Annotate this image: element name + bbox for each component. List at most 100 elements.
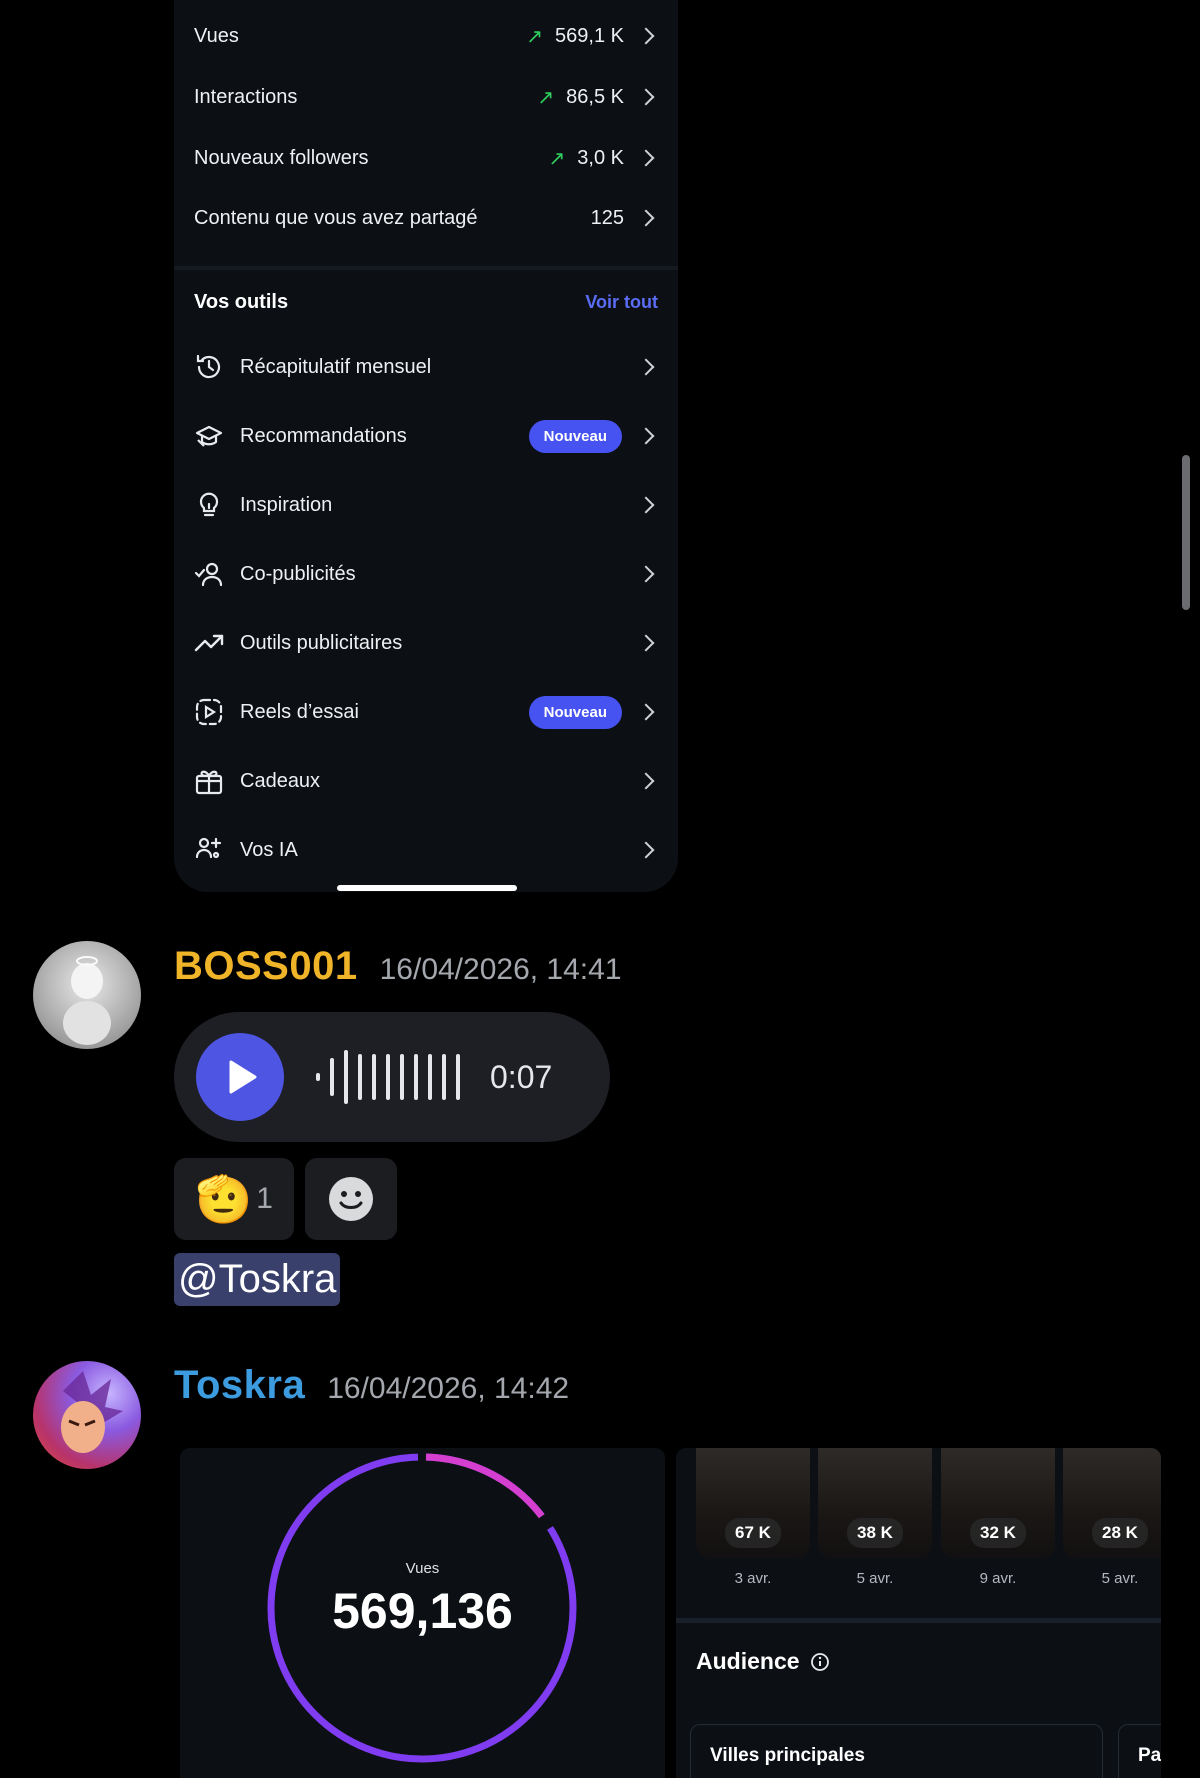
tool-label: Reels d’essai	[240, 700, 359, 723]
avatar-character-icon	[61, 1371, 123, 1453]
play-icon	[229, 1060, 257, 1094]
chevron-right-icon	[637, 427, 655, 445]
divider	[676, 1618, 1161, 1623]
stat-label: Vues	[194, 24, 239, 47]
chevron-right-icon	[637, 88, 655, 106]
audience-card-2[interactable]: Pa	[1118, 1724, 1161, 1778]
avatar[interactable]	[33, 941, 141, 1049]
reel-thumbnail: 67 K	[696, 1448, 810, 1558]
stat-row-interactions[interactable]: Interactions ↗ 86,5 K	[194, 77, 658, 117]
user-mention[interactable]: @Toskra	[174, 1253, 341, 1306]
graduation-cap-icon	[195, 425, 223, 447]
attachment-audience-screenshot[interactable]: 67 K 3 avr. 38 K 5 avr. 32 K 9 avr. 28 K…	[676, 1448, 1161, 1778]
info-icon	[810, 1652, 829, 1671]
stat-row-followers[interactable]: Nouveaux followers ↗ 3,0 K	[194, 138, 658, 178]
reel-date: 5 avr.	[856, 1570, 894, 1587]
tool-label: Outils publicitaires	[240, 631, 403, 654]
top-cities-card[interactable]: Villes principales	[690, 1724, 1103, 1778]
timestamp: 16/04/2026, 14:42	[327, 1372, 570, 1405]
tool-monthly-recap[interactable]: Récapitulatif mensuel	[194, 342, 658, 392]
reel-date: 3 avr.	[734, 1570, 772, 1587]
reel-views: 28 K	[1092, 1518, 1148, 1548]
reel-thumbnail: 32 K	[941, 1448, 1055, 1558]
audience-card-2-title: Pa	[1138, 1745, 1161, 1766]
chevron-right-icon	[637, 772, 655, 790]
stat-value: 86,5 K	[566, 85, 624, 108]
stat-row-shared-content[interactable]: Contenu que vous avez partagé 125	[194, 198, 658, 238]
tool-label: Inspiration	[240, 493, 333, 516]
audience-title: Audience	[696, 1648, 800, 1674]
views-label: Vues	[405, 1560, 440, 1577]
username[interactable]: BOSS001	[174, 944, 358, 989]
tool-ad-tools[interactable]: Outils publicitaires	[194, 618, 658, 668]
scrollbar[interactable]	[1182, 455, 1190, 610]
message-header: Toskra 16/04/2026, 14:42	[174, 1363, 569, 1408]
tool-co-ads[interactable]: Co-publicités	[194, 549, 658, 599]
new-badge: Nouveau	[528, 695, 622, 729]
ai-users-icon	[195, 837, 222, 859]
timestamp: 16/04/2026, 14:41	[379, 953, 622, 986]
tool-label: Recommandations	[240, 424, 407, 447]
top-cities-title: Villes principales	[710, 1745, 865, 1766]
stat-label: Contenu que vous avez partagé	[194, 206, 478, 229]
user-check-icon	[194, 562, 223, 587]
chevron-right-icon	[637, 496, 655, 514]
reaction-salute[interactable]: 🫡 1	[174, 1158, 294, 1240]
stat-label: Nouveaux followers	[194, 146, 369, 169]
avatar-figure-icon	[63, 956, 111, 1045]
attachment-views-screenshot[interactable]: Vues 569,136	[180, 1448, 665, 1778]
message-header: BOSS001 16/04/2026, 14:41	[174, 944, 622, 989]
play-button[interactable]	[196, 1033, 284, 1121]
tool-gifts[interactable]: Cadeaux	[194, 756, 658, 806]
audience-header: Audience	[696, 1648, 830, 1675]
lightbulb-icon	[199, 492, 219, 517]
waveform[interactable]	[316, 1050, 460, 1104]
stat-value: 3,0 K	[577, 146, 624, 169]
chevron-right-icon	[637, 358, 655, 376]
home-indicator	[337, 885, 517, 891]
voice-duration: 0:07	[490, 1058, 553, 1095]
stat-row-views[interactable]: Vues ↗ 569,1 K	[194, 16, 658, 56]
divider	[174, 266, 678, 270]
tool-label: Cadeaux	[240, 769, 321, 792]
username[interactable]: Toskra	[174, 1363, 305, 1408]
new-badge: Nouveau	[528, 419, 622, 453]
tool-inspiration[interactable]: Inspiration	[194, 480, 658, 530]
history-icon	[196, 354, 221, 379]
tool-label: Co-publicités	[240, 562, 356, 585]
reel-views: 32 K	[970, 1518, 1026, 1548]
gift-icon	[195, 770, 223, 795]
chevron-right-icon	[637, 634, 655, 652]
trend-up-icon: ↗	[537, 86, 555, 109]
smiley-icon	[329, 1177, 373, 1221]
reel-thumbnail: 28 K	[1063, 1448, 1161, 1558]
avatar[interactable]	[33, 1361, 141, 1469]
trending-up-icon	[194, 634, 224, 652]
reaction-count: 1	[256, 1182, 273, 1215]
salute-emoji: 🫡	[195, 1173, 253, 1225]
stat-value: 125	[590, 206, 624, 229]
chevron-right-icon	[637, 27, 655, 45]
views-value: 569,136	[332, 1583, 513, 1639]
reel-thumbnail: 38 K	[818, 1448, 932, 1558]
trend-up-icon: ↗	[548, 147, 566, 170]
tool-recommendations[interactable]: Recommandations Nouveau	[194, 411, 658, 461]
chevron-right-icon	[637, 149, 655, 167]
reel-views: 67 K	[725, 1518, 781, 1548]
stat-label: Interactions	[194, 85, 298, 108]
insights-screenshot: Vues ↗ 569,1 K Interactions ↗ 86,5 K Nou…	[174, 0, 678, 892]
tool-label: Vos IA	[240, 838, 298, 861]
tools-title: Vos outils	[194, 290, 289, 313]
reel-date: 9 avr.	[979, 1570, 1017, 1587]
tool-trial-reels[interactable]: Reels d’essai Nouveau	[194, 687, 658, 737]
add-reaction-button[interactable]	[305, 1158, 397, 1240]
tools-header: Vos outils Voir tout	[194, 282, 658, 322]
chevron-right-icon	[637, 841, 655, 859]
reel-views: 38 K	[847, 1518, 903, 1548]
see-all-link[interactable]: Voir tout	[585, 292, 658, 313]
chevron-right-icon	[637, 703, 655, 721]
tool-label: Récapitulatif mensuel	[240, 355, 432, 378]
reel-date: 5 avr.	[1101, 1570, 1139, 1587]
tool-your-ai[interactable]: Vos IA	[194, 825, 658, 875]
voice-message: 0:07	[174, 1012, 610, 1142]
